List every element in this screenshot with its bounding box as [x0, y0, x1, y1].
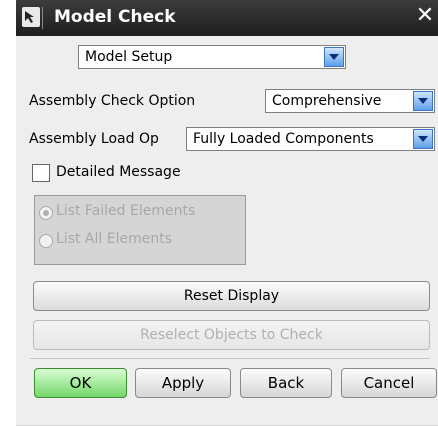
- window-title: Model Check: [54, 7, 176, 27]
- detailed-message-checkbox[interactable]: [32, 164, 50, 182]
- list-all-radio[interactable]: [39, 234, 53, 248]
- model-check-dialog: Model Check ✕ Model Setup Assembly Check…: [16, 0, 438, 426]
- chevron-down-icon[interactable]: [413, 129, 433, 149]
- apply-button[interactable]: Apply: [135, 368, 231, 398]
- assembly-load-option-label: Assembly Load Op: [29, 131, 159, 147]
- model-setup-value: Model Setup: [85, 49, 173, 65]
- select-arrow-icon: [22, 7, 40, 27]
- divider: [30, 358, 430, 359]
- detailed-message-label: Detailed Message: [56, 164, 181, 180]
- ok-button[interactable]: OK: [34, 368, 127, 398]
- model-setup-dropdown[interactable]: Model Setup: [78, 45, 346, 69]
- cancel-button[interactable]: Cancel: [341, 368, 437, 398]
- reselect-objects-button[interactable]: Reselect Objects to Check: [33, 320, 430, 350]
- chevron-down-icon[interactable]: [413, 91, 433, 111]
- title-separator: [42, 7, 43, 29]
- close-icon[interactable]: ✕: [414, 4, 436, 28]
- assembly-check-option-label: Assembly Check Option: [29, 93, 196, 109]
- reset-display-button[interactable]: Reset Display: [33, 281, 430, 311]
- assembly-check-option-value: Comprehensive: [272, 93, 382, 109]
- title-bar[interactable]: Model Check ✕: [16, 0, 438, 36]
- list-failed-label: List Failed Elements: [56, 203, 196, 219]
- list-failed-radio[interactable]: [39, 206, 53, 220]
- back-button[interactable]: Back: [240, 368, 332, 398]
- chevron-down-icon[interactable]: [324, 47, 344, 67]
- assembly-check-option-dropdown[interactable]: Comprehensive: [265, 89, 435, 113]
- assembly-load-option-dropdown[interactable]: Fully Loaded Components: [186, 127, 435, 151]
- list-elements-group: List Failed Elements List All Elements: [34, 195, 246, 265]
- list-all-label: List All Elements: [56, 231, 172, 247]
- dialog-body: Model Setup Assembly Check Option Compre…: [16, 36, 438, 426]
- assembly-load-option-value: Fully Loaded Components: [193, 131, 374, 147]
